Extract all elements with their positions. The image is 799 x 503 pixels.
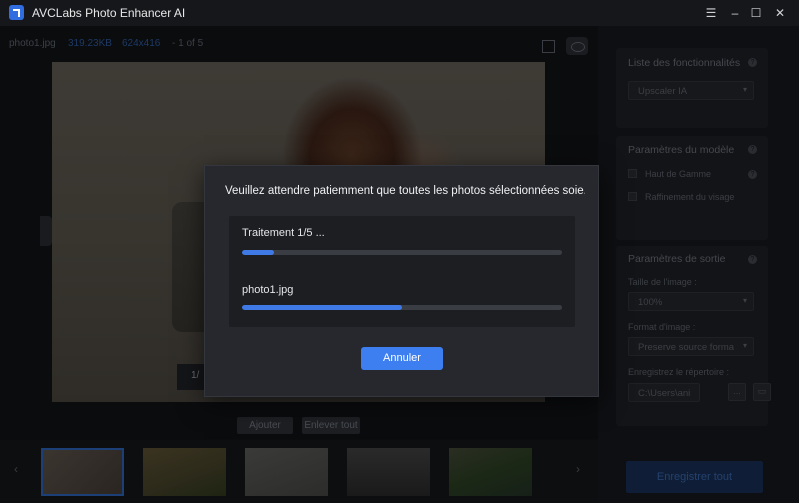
chevron-down-icon: ▾ [742,296,747,305]
title-bar: AVCLabs Photo Enhancer AI ☰ – ☐ ✕ [0,0,799,26]
chevron-down-icon: ▾ [742,85,747,94]
thumbnail-4[interactable] [347,448,430,496]
add-button[interactable]: Ajouter [237,417,293,434]
image-format-value: Preserve source forma [638,342,735,353]
checkbox-face-refine[interactable] [628,192,637,201]
thumbnail-2[interactable] [143,448,226,496]
progress-box: Traitement 1/5 ... photo1.jpg [229,216,575,327]
folder-icon[interactable]: ▭ [753,383,771,401]
output-title: Paramètres de sortie [628,253,726,265]
thumbnail-1[interactable] [41,448,124,496]
settings-panel: Liste des fonctionnalités ? Upscaler IA … [598,26,799,503]
checkbox-high-end[interactable] [628,169,637,178]
file-dimensions: 624x416 [122,38,161,49]
remove-all-button[interactable]: Enlever tout [302,417,360,434]
help-icon[interactable]: ? [748,145,757,154]
help-icon[interactable]: ? [748,58,757,67]
file-progress-label: photo1.jpg [242,284,294,296]
maximize-button[interactable]: ☐ [747,4,765,22]
file-size: 319.23KB [68,38,112,49]
image-format-label: Format d'image : [628,322,696,332]
minimize-button[interactable]: – [726,4,744,22]
menu-icon[interactable]: ☰ [702,4,720,22]
features-title: Liste des fonctionnalités [628,57,741,69]
help-icon[interactable]: ? [748,170,757,179]
eye-icon[interactable] [566,37,588,55]
feature-select-value: Upscaler IA [638,86,688,97]
option-high-end-label: Haut de Gamme [645,169,712,179]
option-face-refine-label: Raffinement du visage [645,192,735,202]
filmstrip: ‹ › [0,440,598,503]
features-section: Liste des fonctionnalités ? Upscaler IA … [616,48,768,128]
crop-icon[interactable] [542,40,555,53]
image-size-label: Taille de l'image : [628,277,697,287]
compare-tag: 1/ [177,364,205,390]
thumbnail-5[interactable] [449,448,532,496]
model-title: Paramètres du modèle [628,144,735,156]
filmstrip-next-icon[interactable]: › [576,462,580,476]
thumbnail-3[interactable] [245,448,328,496]
save-dir-label: Enregistrez le répertoire : [628,367,730,377]
preview-prev-handle[interactable] [40,216,52,246]
feature-select[interactable]: Upscaler IA ▾ [628,81,754,100]
image-format-select[interactable]: Preserve source forma ▾ [628,337,754,356]
help-icon[interactable]: ? [748,255,757,264]
output-section: Paramètres de sortie ? Taille de l'image… [616,246,771,426]
file-name: photo1.jpg [9,38,56,49]
file-progress-track [242,305,562,310]
app-logo-icon [9,5,24,20]
overall-progress-track [242,250,562,255]
cancel-button[interactable]: Annuler [361,347,443,370]
chevron-down-icon: ▾ [742,341,747,350]
close-button[interactable]: ✕ [771,4,789,22]
dialog-message: Veuillez attendre patiemment que toutes … [225,185,585,197]
overall-progress-fill [242,250,274,255]
model-section: Paramètres du modèle ? Haut de Gamme ? R… [616,136,768,240]
save-dir-input[interactable]: C:\Users\ani [628,383,700,402]
file-info-bar: photo1.jpg 319.23KB 624x416 - 1 of 5 [0,38,598,54]
overall-progress-label: Traitement 1/5 ... [242,227,325,239]
processing-dialog: Veuillez attendre patiemment que toutes … [204,165,599,397]
file-progress-fill [242,305,402,310]
image-size-select[interactable]: 100% ▾ [628,292,754,311]
image-size-value: 100% [638,297,663,308]
filmstrip-prev-icon[interactable]: ‹ [14,462,18,476]
export-all-button[interactable]: Enregistrer tout [626,461,763,493]
file-index: - 1 of 5 [172,38,204,49]
browse-button[interactable]: ... [728,383,746,401]
app-title: AVCLabs Photo Enhancer AI [32,6,186,20]
